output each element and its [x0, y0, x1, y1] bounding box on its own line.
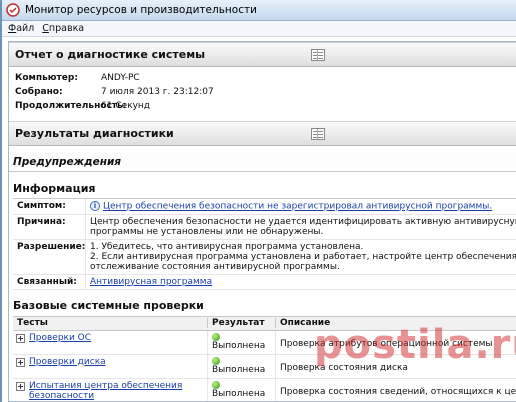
description-text: Проверка атрибутов операционной системы: [275, 330, 516, 354]
symptom-label: Симптом:: [17, 201, 66, 211]
status-ok-icon: [212, 356, 220, 365]
plus-expand-icon[interactable]: [16, 357, 25, 367]
related-row: Связанный: Антивирусная программа: [13, 274, 516, 290]
menu-file[interactable]: Файл: [8, 23, 34, 34]
symptom-link[interactable]: Центр обеспечения безопасности не зареги…: [103, 202, 492, 212]
table-row: Испытания центра обеспечения безопасност…: [13, 378, 516, 401]
resource-monitor-icon: [6, 3, 20, 17]
title-bar: Монитор ресурсов и производительности: [2, 0, 516, 21]
computer-field: Компьютер: ANDY-PC: [9, 71, 516, 85]
status-ok-icon: [212, 332, 220, 341]
result-text: Выполнена: [212, 340, 266, 351]
computer-label: Компьютер:: [15, 73, 78, 83]
collapse-panel-icon[interactable]: [311, 49, 325, 61]
basic-checks-title: Базовые системные проверки: [13, 299, 204, 312]
test-link-line2[interactable]: безопасности: [29, 391, 182, 401]
menu-help[interactable]: Справка: [42, 23, 84, 34]
cause-row: Причина: Центр обеспечения безопасности …: [13, 214, 516, 240]
resource-monitor-window: Монитор ресурсов и производительности Фа…: [0, 0, 516, 402]
results-title: Результаты диагностики: [15, 127, 174, 140]
resolution-step2-cont: отслеживание состояния антивирусной прог…: [90, 261, 340, 272]
warnings-header[interactable]: Предупреждения: [9, 152, 516, 172]
report-header[interactable]: Отчет о диагностике системы: [9, 42, 516, 67]
result-text: Выполнена: [212, 388, 266, 399]
collected-field: Собрано: 7 июля 2013 г. 23:12:07: [9, 85, 516, 99]
warnings-title: Предупреждения: [13, 155, 122, 168]
collected-value: 7 июля 2013 г. 23:12:07: [101, 87, 214, 97]
test-link-disk[interactable]: Проверки диска: [29, 357, 106, 367]
related-link[interactable]: Антивирусная программа: [90, 277, 212, 287]
description-text: Проверка состояния сведений, относящихся…: [275, 378, 516, 401]
result-text: Выполнена: [212, 364, 266, 375]
test-link-line1[interactable]: Испытания центра обеспечения: [29, 381, 182, 391]
symptom-row: Симптом: i Центр обеспечения безопасности…: [13, 199, 516, 215]
resolution-row: Разрешение: 1. Убедитесь, что антивирусн…: [13, 239, 516, 275]
related-label: Связанный:: [17, 276, 77, 287]
collapse-panel-icon[interactable]: [311, 128, 325, 140]
report-title: Отчет о диагностике системы: [15, 48, 206, 61]
column-description[interactable]: Описание: [275, 318, 516, 328]
computer-value: ANDY-PC: [101, 73, 140, 83]
info-title: Информация: [13, 181, 96, 195]
test-link-security-center[interactable]: Испытания центра обеспечения безопасност…: [29, 381, 182, 401]
duration-field: Продолжительность: 61 Секунд: [9, 99, 516, 113]
menu-bar: Файл Справка: [2, 21, 516, 37]
cause-label: Причина:: [17, 216, 66, 227]
resolution-step1: 1. Убедитесь, что антивирусная программа…: [90, 241, 364, 252]
test-link-os[interactable]: Проверки ОС: [29, 333, 91, 343]
checks-table-header: Тесты Результат Описание: [13, 315, 516, 331]
plus-expand-icon[interactable]: [16, 381, 25, 391]
resolution-step2: 2. Если антивирусная программа установле…: [90, 251, 516, 262]
cause-text-line1: Центр обеспечения безопасности не удаетс…: [90, 216, 516, 227]
resolution-label: Разрешение:: [17, 241, 86, 252]
info-header[interactable]: Информация: [9, 178, 516, 198]
status-ok-icon: [212, 380, 220, 389]
column-tests[interactable]: Тесты: [13, 318, 207, 328]
plus-expand-icon[interactable]: [16, 333, 25, 343]
table-row: Проверки ОС Выполнена Проверка атрибутов…: [13, 330, 516, 355]
report-content: Отчет о диагностике системы Компьютер: A…: [8, 41, 516, 402]
table-row: Проверки диска Выполнена Проверка состоя…: [13, 354, 516, 379]
info-table: Симптом: i Центр обеспечения безопасности…: [13, 198, 516, 290]
window-title: Монитор ресурсов и производительности: [25, 4, 257, 16]
duration-value: 61 Секунд: [101, 101, 151, 111]
duration-label: Продолжительность:: [15, 101, 127, 111]
basic-checks-header[interactable]: Базовые системные проверки: [9, 296, 516, 316]
results-header[interactable]: Результаты диагностики: [9, 121, 516, 146]
info-icon: i: [90, 201, 100, 211]
description-text: Проверка состояния диска: [275, 354, 516, 378]
column-result[interactable]: Результат: [207, 318, 275, 328]
cause-text-line2: программы не установлены или не обнаруже…: [90, 226, 324, 237]
collected-label: Собрано:: [15, 87, 63, 97]
